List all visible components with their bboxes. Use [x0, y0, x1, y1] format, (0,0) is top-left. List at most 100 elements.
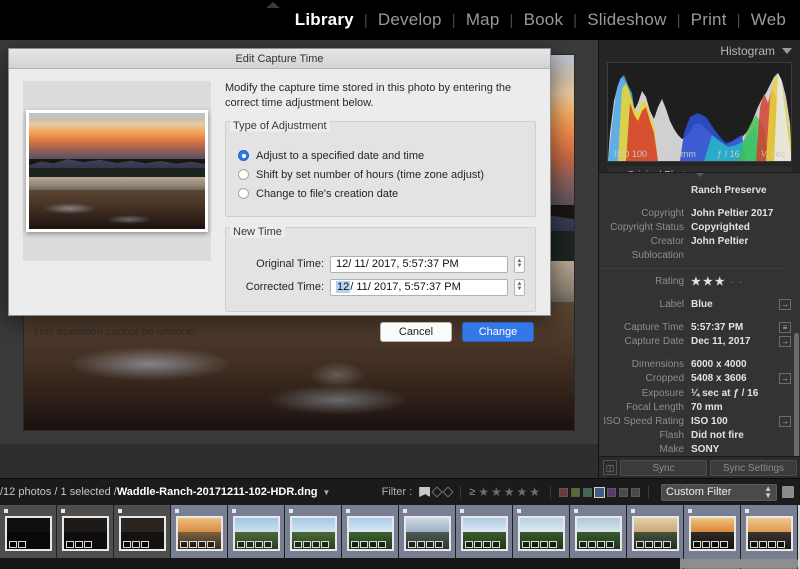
- original-time-input[interactable]: 12/ 11/ 2017, 5:57:37 PM: [330, 255, 508, 273]
- filter-flag-unflagged-icon[interactable]: [431, 486, 443, 498]
- metadata-key: Dimensions: [631, 359, 684, 371]
- rating-stars[interactable]: ★★★ · ·: [691, 275, 791, 288]
- goto-date-icon[interactable]: →: [779, 336, 791, 348]
- thumbnail[interactable]: [346, 516, 394, 551]
- sync-settings-button[interactable]: Sync Settings: [710, 459, 797, 476]
- chevron-updown-icon[interactable]: ▲ ▼: [764, 485, 772, 500]
- collapse-top-panel-icon[interactable]: [266, 2, 280, 8]
- metadata-value[interactable]: John Peltier: [691, 236, 791, 247]
- filter-flag-reject-icon[interactable]: [442, 486, 454, 498]
- table-row[interactable]: Copyright John Peltier 2017: [599, 206, 791, 220]
- module-book[interactable]: Book: [514, 10, 574, 30]
- table-row[interactable]: Cropped 5408 x 3606 →: [599, 372, 791, 386]
- filter-color-yellow[interactable]: [571, 487, 580, 497]
- metadata-row-title[interactable]: Ranch Preserve: [599, 183, 791, 197]
- table-row[interactable]: ISO Speed Rating ISO 100 →: [599, 414, 791, 428]
- filmstrip[interactable]: • ••• •••: [0, 505, 800, 569]
- filter-color-blue[interactable]: [594, 486, 605, 498]
- filter-color-none[interactable]: [619, 487, 628, 497]
- filter-rating-operator[interactable]: ≥: [469, 486, 475, 498]
- metadata-value[interactable]: Copyrighted: [691, 222, 791, 233]
- photo-snow-patch: [68, 347, 233, 381]
- chevron-down-icon[interactable]: ▼: [323, 488, 331, 497]
- edit-capture-time-icon[interactable]: ≡: [779, 321, 791, 333]
- metadata-scrollbar[interactable]: [794, 333, 799, 463]
- thumbnail[interactable]: [61, 516, 109, 551]
- thumbnail-badges: [521, 541, 557, 548]
- table-row[interactable]: Dimensions 6000 x 4000: [599, 358, 791, 372]
- thumbnail[interactable]: [631, 516, 679, 551]
- thumbnail[interactable]: [403, 516, 451, 551]
- thumbnail[interactable]: [745, 516, 793, 551]
- auto-sync-toggle-icon[interactable]: ◫: [603, 460, 617, 475]
- thumbnail[interactable]: [232, 516, 280, 551]
- histogram-panel-header[interactable]: Histogram: [599, 40, 800, 62]
- table-row[interactable]: Sublocation: [599, 249, 791, 263]
- photo-snow-patch: [266, 384, 409, 415]
- thumbnail[interactable]: [517, 516, 565, 551]
- module-slideshow[interactable]: Slideshow: [577, 10, 676, 30]
- metadata-value[interactable]: Dec 11, 2017: [691, 336, 777, 347]
- filter-rating-stars[interactable]: ★★★★★: [478, 485, 542, 499]
- corrected-time-selected-segment[interactable]: 12: [336, 281, 351, 294]
- thumbnail[interactable]: [688, 516, 736, 551]
- thumbnail[interactable]: [118, 516, 166, 551]
- filter-flags[interactable]: [419, 486, 454, 498]
- radio-icon[interactable]: [238, 169, 249, 181]
- change-button[interactable]: Change: [462, 321, 534, 342]
- corrected-time-stepper[interactable]: ▲ ▼: [514, 278, 525, 296]
- filter-color-purple[interactable]: [607, 487, 616, 497]
- radio-option-shift-hours[interactable]: Shift by set number of hours (time zone …: [238, 169, 525, 181]
- table-row[interactable]: Creator John Peltier: [599, 235, 791, 249]
- radio-icon-selected[interactable]: [238, 150, 249, 162]
- table-row[interactable]: Copyright Status Copyrighted: [599, 220, 791, 234]
- table-row[interactable]: Exposure ¼ sec at ƒ / 16: [599, 386, 791, 400]
- goto-iso-icon[interactable]: →: [779, 416, 791, 428]
- thumbnail-sky: [462, 518, 506, 532]
- corrected-time-row: Corrected Time: 12/ 11/ 2017, 5:57:37 PM…: [236, 278, 525, 296]
- filter-color-custom[interactable]: [631, 487, 640, 497]
- radio-option-file-creation-date[interactable]: Change to file's creation date: [238, 188, 525, 200]
- metadata-value[interactable]: 5:57:37 PM: [691, 322, 777, 333]
- thumbnail[interactable]: [175, 516, 223, 551]
- radio-icon[interactable]: [238, 188, 249, 200]
- thumbnail[interactable]: [4, 516, 52, 551]
- module-print[interactable]: Print: [681, 10, 737, 30]
- save-filter-icon[interactable]: [782, 486, 794, 498]
- module-develop[interactable]: Develop: [368, 10, 452, 30]
- thumbnail[interactable]: [460, 516, 508, 551]
- module-picker-bar: Library | Develop | Map | Book | Slidesh…: [0, 0, 800, 40]
- cancel-button[interactable]: Cancel: [380, 321, 452, 342]
- module-web[interactable]: Web: [741, 10, 796, 30]
- module-map[interactable]: Map: [456, 10, 510, 30]
- chevron-down-icon[interactable]: [782, 48, 792, 54]
- original-time-stepper[interactable]: ▲ ▼: [514, 255, 525, 273]
- histogram[interactable]: ISO 100 70 mm ƒ / 16 ¼ sec: [607, 62, 792, 162]
- metadata-value[interactable]: John Peltier 2017: [691, 208, 791, 219]
- table-row[interactable]: Focal Length 70 mm: [599, 400, 791, 414]
- table-row-capture-date[interactable]: Capture Date Dec 11, 2017 →: [599, 335, 791, 349]
- thumbnail[interactable]: [289, 516, 337, 551]
- breadcrumb[interactable]: /12 photos / 1 selected /Waddle-Ranch-20…: [0, 486, 330, 498]
- thumbnail[interactable]: [574, 516, 622, 551]
- table-row-label[interactable]: Label Blue →: [599, 297, 791, 311]
- breadcrumb-filename[interactable]: Waddle-Ranch-20171211-102-HDR.dng: [117, 486, 318, 498]
- filter-flag-pick-icon[interactable]: [419, 487, 431, 497]
- goto-cropped-icon[interactable]: →: [779, 373, 791, 385]
- filter-color-red[interactable]: [559, 487, 568, 497]
- module-library[interactable]: Library: [285, 10, 364, 30]
- filmstrip-scrollbar[interactable]: [680, 559, 798, 568]
- custom-filter-select[interactable]: Custom Filter ▲ ▼: [661, 483, 777, 501]
- table-row-rating[interactable]: Rating ★★★ · ·: [599, 274, 791, 288]
- metadata-value-title[interactable]: Ranch Preserve: [691, 185, 791, 196]
- corrected-time-input[interactable]: 12/ 11/ 2017, 5:57:37 PM: [330, 278, 508, 296]
- goto-label-icon[interactable]: →: [779, 298, 791, 310]
- corrected-time-rest: / 11/ 2017, 5:57:37 PM: [350, 281, 461, 294]
- metadata-value[interactable]: Blue: [691, 299, 777, 310]
- radio-option-specified-datetime[interactable]: Adjust to a specified date and time: [238, 150, 525, 162]
- table-row-capture-time[interactable]: Capture Time 5:57:37 PM ≡: [599, 320, 791, 334]
- sync-button[interactable]: Sync: [620, 459, 707, 476]
- panel-resize-handle[interactable]: [696, 173, 704, 177]
- table-row[interactable]: Flash Did not fire: [599, 429, 791, 443]
- filter-color-green[interactable]: [583, 487, 592, 497]
